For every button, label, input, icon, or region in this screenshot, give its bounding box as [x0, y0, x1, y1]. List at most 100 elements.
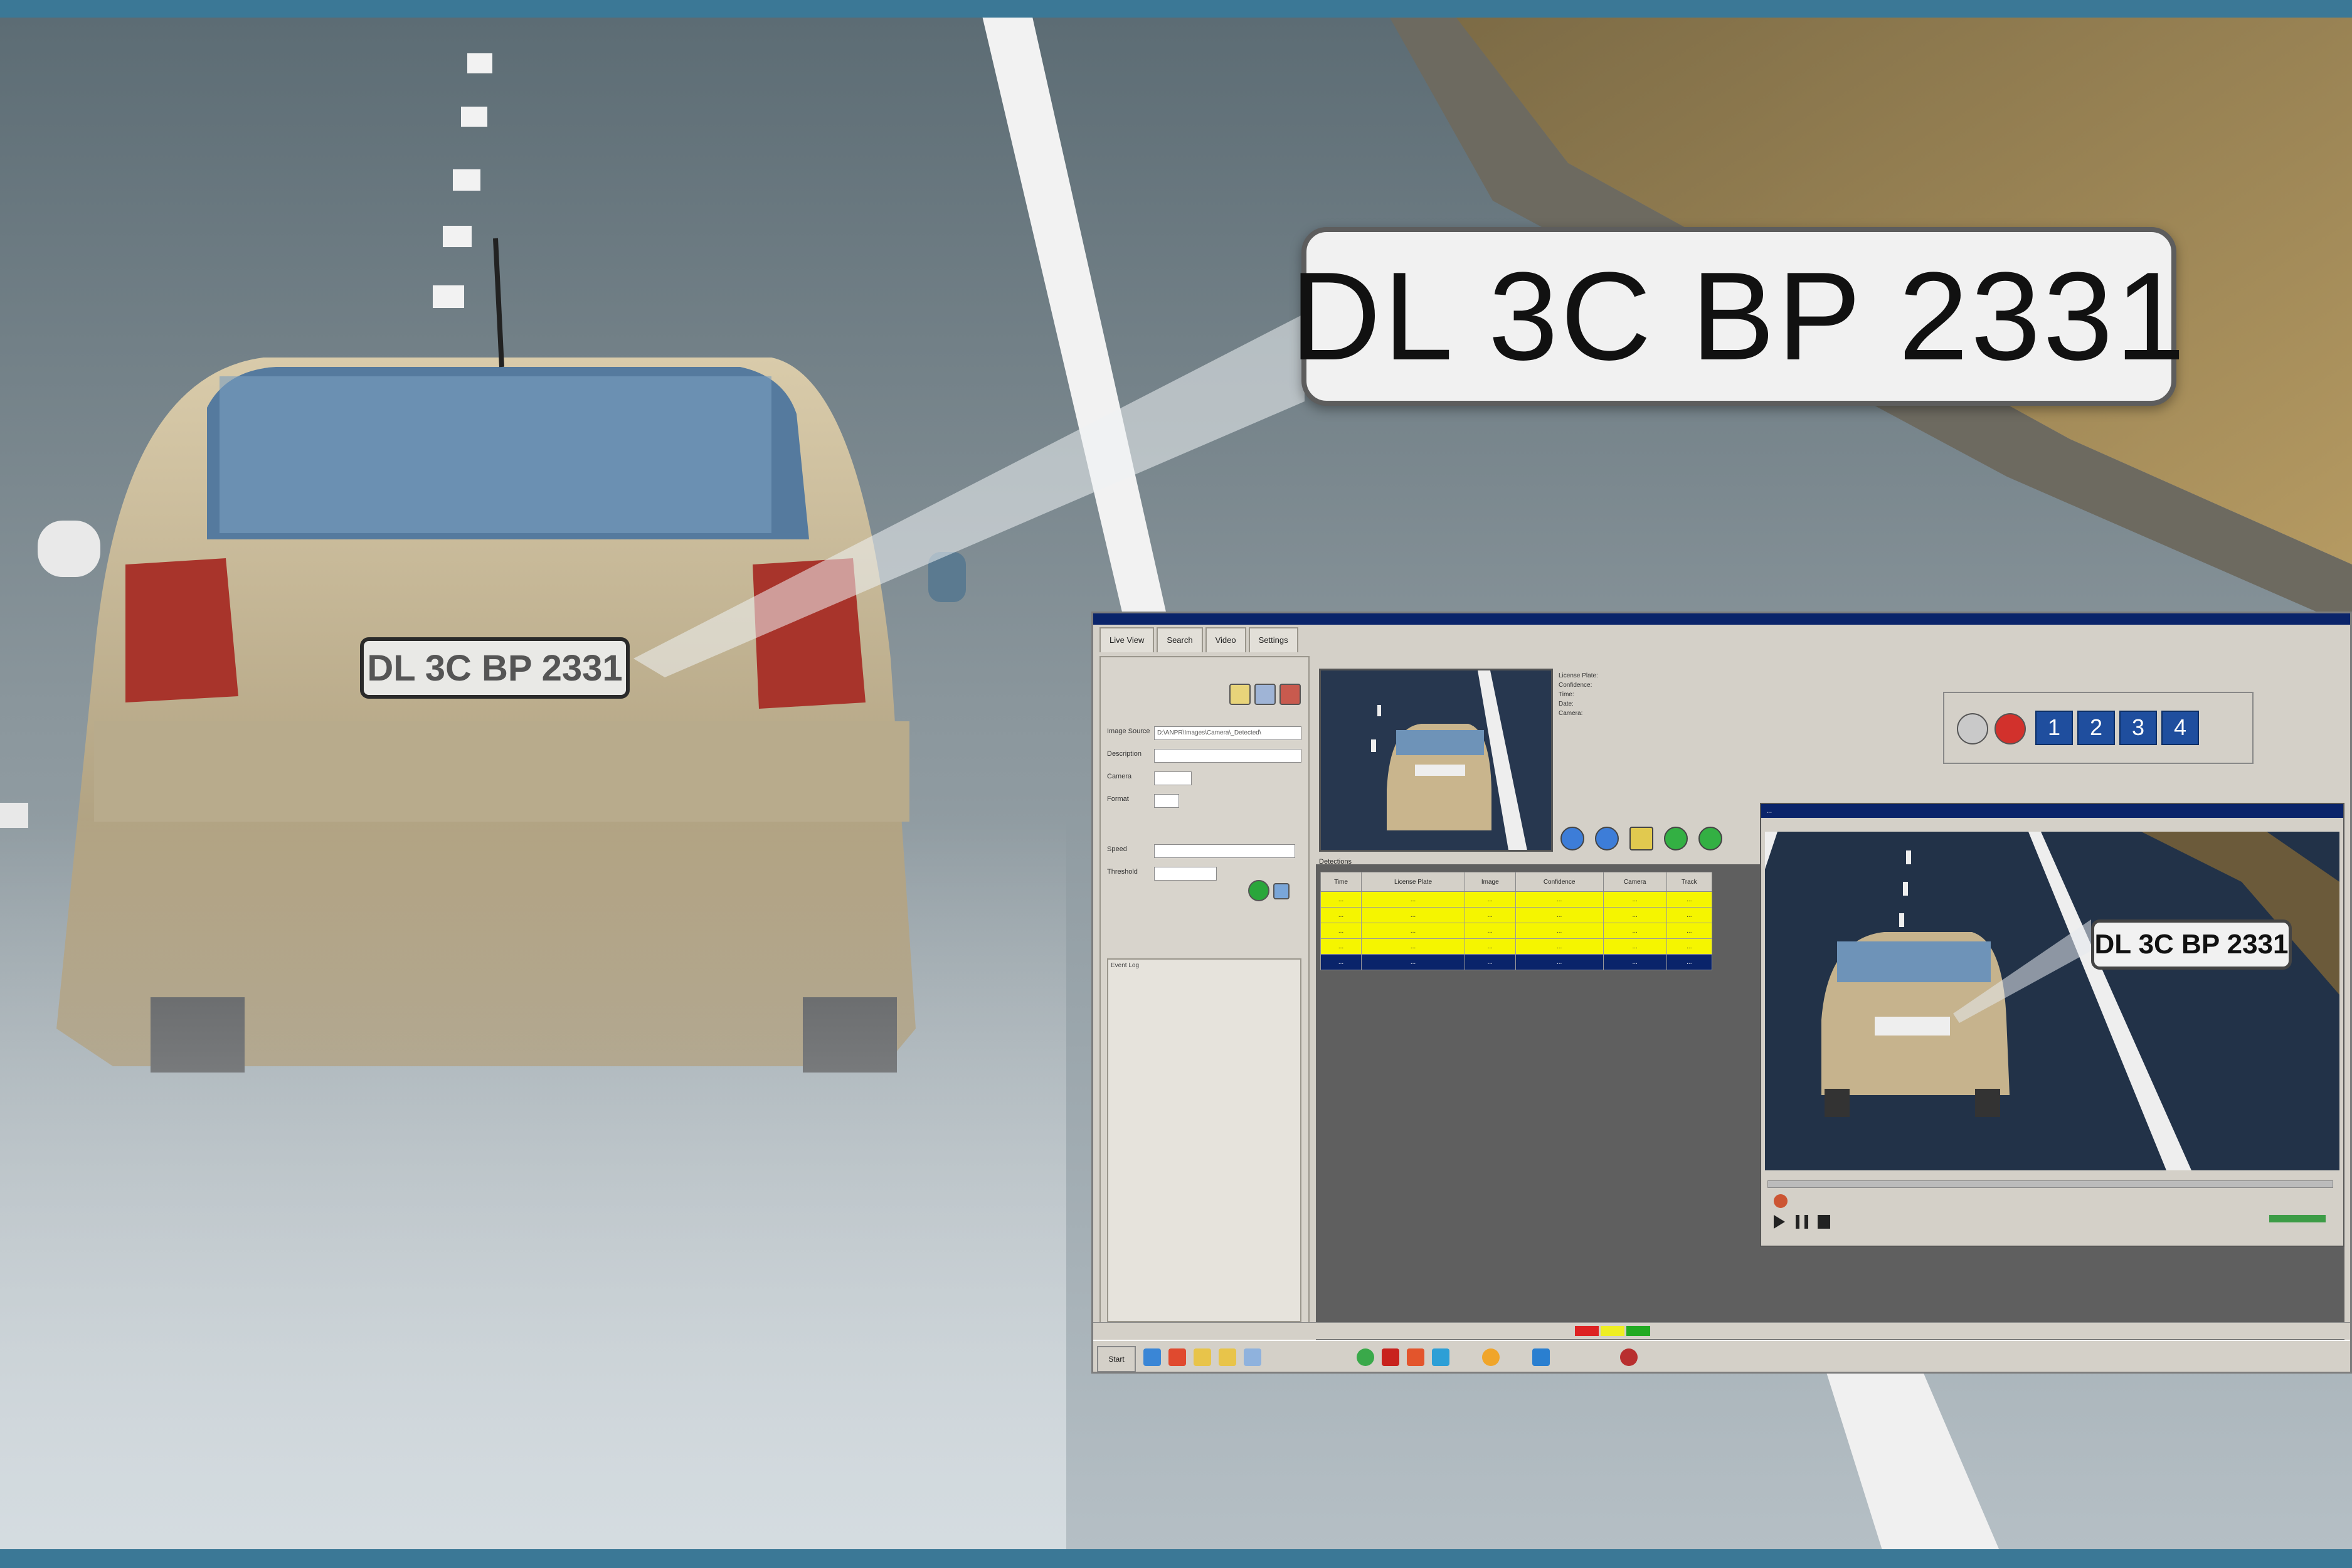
video-image [1765, 832, 2339, 1170]
table-row-selected[interactable]: ... ... ... ... ... ... [1320, 954, 1713, 970]
cell: ... [1515, 954, 1604, 970]
camera-settings-icon[interactable] [1957, 713, 1988, 744]
cell: ... [1464, 938, 1516, 955]
last-icon[interactable] [1698, 827, 1722, 850]
col-track[interactable]: Track [1666, 872, 1713, 892]
app-icon[interactable] [1620, 1348, 1638, 1366]
cell: ... [1666, 938, 1713, 955]
app-icon[interactable] [1482, 1348, 1500, 1366]
edit-icon[interactable] [1254, 684, 1276, 705]
info-plate: License Plate: [1559, 672, 1598, 679]
player-plate-text: DL 3C BP 2331 [2094, 929, 2289, 960]
cell: ... [1320, 954, 1362, 970]
stop-icon[interactable] [1818, 1215, 1830, 1229]
search-icon[interactable] [1629, 827, 1653, 850]
cell: ... [1515, 891, 1604, 908]
detections-label: Detections [1319, 858, 1352, 866]
folder-icon[interactable] [1229, 684, 1251, 705]
app-icon[interactable] [1168, 1348, 1186, 1366]
player-title[interactable]: ... [1761, 804, 2343, 818]
tab-video[interactable]: Video [1205, 627, 1246, 652]
taskbar: Start [1093, 1340, 2350, 1372]
col-confidence[interactable]: Confidence [1515, 872, 1604, 892]
start-green-icon[interactable] [1248, 880, 1269, 901]
speed-field[interactable] [1154, 844, 1295, 858]
player-controls [1767, 1180, 2333, 1237]
stop-icon[interactable] [1994, 713, 2026, 744]
volume-slider[interactable] [2269, 1215, 2326, 1222]
delete-icon[interactable] [1279, 684, 1301, 705]
col-image[interactable]: Image [1464, 872, 1516, 892]
col-camera[interactable]: Camera [1602, 872, 1667, 892]
image-source-field[interactable]: D:\ANPR\Images\Camera\_Detected\ [1154, 726, 1301, 740]
table-row[interactable]: ... ... ... ... ... ... [1320, 938, 1713, 955]
cell: ... [1666, 891, 1713, 908]
seek-bar[interactable] [1767, 1180, 2333, 1188]
tab-settings[interactable]: Settings [1248, 627, 1298, 652]
cell: ... [1361, 938, 1465, 955]
notepad-icon[interactable] [1244, 1348, 1261, 1366]
bottom-border [0, 1549, 2352, 1568]
thumbnail-image [1321, 670, 1551, 850]
folder-icon[interactable] [1194, 1348, 1211, 1366]
status-indicator-green [1626, 1326, 1651, 1337]
cell: ... [1464, 954, 1516, 970]
app-icon[interactable] [1407, 1348, 1424, 1366]
tab-search[interactable]: Search [1157, 627, 1203, 652]
start-button[interactable]: Start [1097, 1346, 1136, 1372]
table-row[interactable]: ... ... ... ... ... ... [1320, 891, 1713, 908]
camera-field[interactable] [1154, 771, 1192, 785]
table-row[interactable]: ... ... ... ... ... ... [1320, 923, 1713, 939]
description-field[interactable] [1154, 749, 1301, 763]
cell: ... [1602, 938, 1667, 955]
camera-3-button[interactable]: 3 [2119, 711, 2157, 745]
cell: ... [1464, 907, 1516, 923]
previous-icon[interactable] [1595, 827, 1619, 850]
record-icon[interactable] [1774, 1194, 1788, 1208]
table-row[interactable]: ... ... ... ... ... ... [1320, 907, 1713, 923]
app-icon[interactable] [1532, 1348, 1550, 1366]
cell: ... [1515, 938, 1604, 955]
tab-live-view[interactable]: Live View [1099, 627, 1155, 652]
col-time[interactable]: Time [1320, 872, 1362, 892]
window-titlebar[interactable] [1093, 613, 2350, 625]
cell: ... [1515, 907, 1604, 923]
cell: ... [1320, 891, 1362, 908]
detection-thumbnail[interactable] [1319, 669, 1553, 852]
next-icon[interactable] [1664, 827, 1688, 850]
anpr-app-window: Live View Search Video Settings Image So… [1091, 612, 2352, 1374]
event-log-title: Event Log [1111, 962, 1140, 969]
camera-4-button[interactable]: 4 [2161, 711, 2199, 745]
info-date: Date: [1559, 701, 1574, 707]
pdf-icon[interactable] [1382, 1348, 1399, 1366]
car-license-plate-text: DL 3C BP 2331 [367, 647, 623, 689]
folder-icon[interactable] [1219, 1348, 1236, 1366]
status-indicator-red [1575, 1326, 1599, 1337]
tab-strip: Live View Search Video Settings [1099, 627, 1298, 652]
play-icon[interactable] [1774, 1215, 1785, 1229]
chrome-icon[interactable] [1357, 1348, 1374, 1366]
refresh-icon[interactable] [1273, 883, 1290, 899]
camera-1-button[interactable]: 1 [2035, 711, 2073, 745]
app-icon[interactable] [1432, 1348, 1449, 1366]
info-camera: Camera: [1559, 710, 1583, 717]
format-field[interactable] [1154, 794, 1179, 808]
cell: ... [1602, 923, 1667, 939]
cell: ... [1602, 907, 1667, 923]
threshold-field[interactable] [1154, 867, 1217, 881]
label-threshold: Threshold [1107, 868, 1138, 876]
ie-icon[interactable] [1143, 1348, 1161, 1366]
pause-icon[interactable] [1796, 1215, 1808, 1229]
first-icon[interactable] [1560, 827, 1584, 850]
camera-2-button[interactable]: 2 [2077, 711, 2115, 745]
cell: ... [1320, 923, 1362, 939]
col-license-plate[interactable]: License Plate [1361, 872, 1465, 892]
plate-callout: DL 3C BP 2331 [1290, 227, 2185, 406]
cell: ... [1361, 954, 1465, 970]
cell: ... [1666, 907, 1713, 923]
cell: ... [1602, 954, 1667, 970]
cell: ... [1666, 954, 1713, 970]
video-frame[interactable]: DL 3C BP 2331 [1765, 832, 2339, 1170]
cell: ... [1602, 891, 1667, 908]
top-border [0, 0, 2352, 18]
